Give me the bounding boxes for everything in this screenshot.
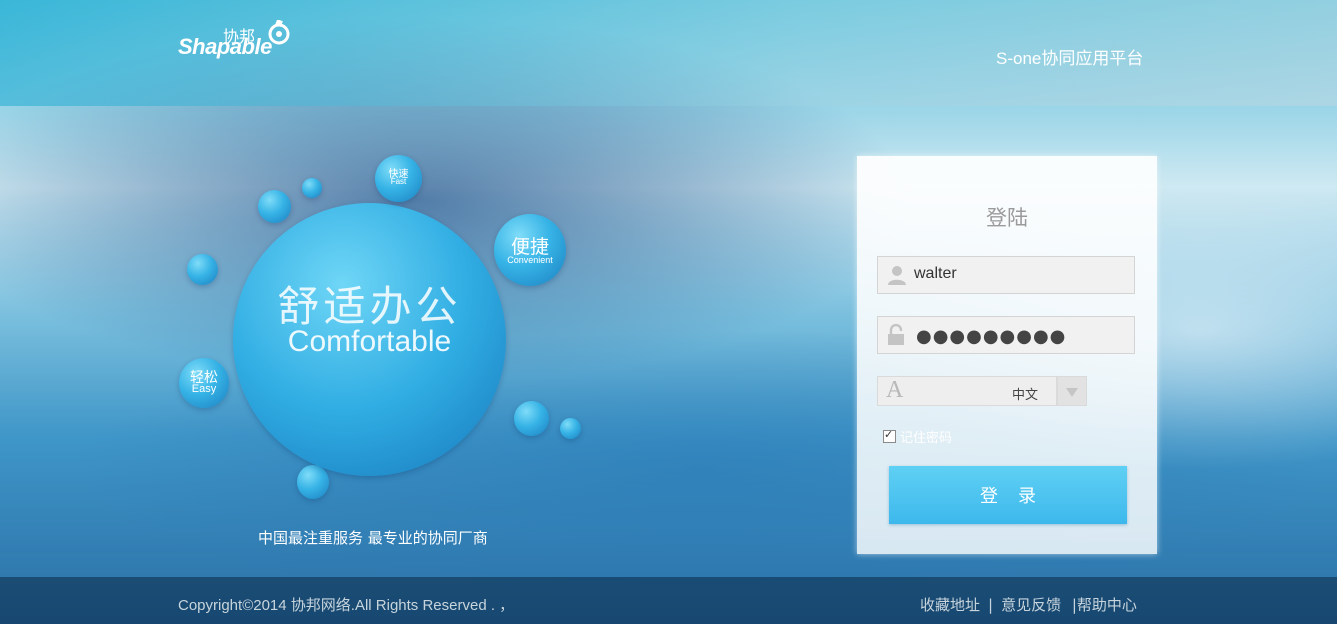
- copyright-text: Copyright©2014 协邦网络.All Rights Reserved …: [178, 597, 515, 614]
- top-bar: 协邦 Shapable S-one协同应用平台: [0, 0, 1337, 106]
- username-field[interactable]: [877, 256, 1135, 294]
- lock-icon: [888, 324, 904, 345]
- main-bubble: 舒适办公 Comfortable: [233, 203, 506, 476]
- deco-bubble: [514, 401, 549, 436]
- main-bubble-en-text: Comfortable: [287, 325, 452, 358]
- feedback-link[interactable]: 意见反馈: [1001, 596, 1061, 614]
- deco-bubble: [187, 254, 218, 285]
- deco-bubble: [258, 190, 291, 223]
- user-icon: [888, 266, 906, 285]
- footer-links: 收藏地址 | 意见反馈 |帮助中心: [920, 594, 1137, 615]
- easy-en-text: Easy: [191, 383, 217, 395]
- convenient-en-text: Convenient: [507, 255, 553, 265]
- password-input[interactable]: ●●●●●●●●●: [916, 326, 1066, 347]
- platform-title: S-one协同应用平台: [996, 49, 1144, 68]
- slogan-text: 中国最注重服务 最专业的协同厂商: [258, 529, 488, 547]
- username-input[interactable]: [914, 265, 1124, 283]
- language-dropdown-button[interactable]: [1057, 376, 1087, 406]
- password-field[interactable]: ●●●●●●●●●: [877, 316, 1135, 354]
- language-select[interactable]: A 中文: [877, 376, 1087, 406]
- language-a-icon: A: [886, 377, 904, 403]
- main-bubble-tail: [297, 465, 329, 499]
- remember-checkbox[interactable]: [883, 428, 896, 443]
- deco-bubble: [560, 418, 581, 439]
- logo-mark-icon: [268, 20, 290, 45]
- login-button[interactable]: 登录: [889, 466, 1127, 524]
- footer-separator: |: [988, 596, 994, 614]
- logo: 协邦 Shapable: [178, 20, 298, 70]
- remember-label: 记住密码: [900, 431, 953, 446]
- fast-en-text: Fast: [390, 177, 407, 186]
- language-value: 中文: [1012, 388, 1039, 403]
- convenient-bubble: 便捷 Convenient: [494, 214, 566, 286]
- chevron-down-icon: [1066, 388, 1078, 397]
- login-panel: 登陆 ●●●●●●●●● A 中文 记住密码 登录: [857, 156, 1157, 554]
- easy-bubble: 轻松 Easy: [179, 358, 229, 408]
- help-link[interactable]: |帮助中心: [1072, 596, 1137, 614]
- bookmark-link[interactable]: 收藏地址: [920, 596, 980, 614]
- login-title: 登陆: [986, 206, 1028, 230]
- remember-password[interactable]: 记住密码: [883, 427, 952, 446]
- language-select-box[interactable]: A 中文: [877, 376, 1057, 406]
- footer: Copyright©2014 协邦网络.All Rights Reserved …: [0, 577, 1337, 624]
- fast-bubble: 快速 Fast: [375, 155, 422, 202]
- deco-bubble: [302, 178, 322, 198]
- logo-en-text: Shapable: [178, 34, 272, 59]
